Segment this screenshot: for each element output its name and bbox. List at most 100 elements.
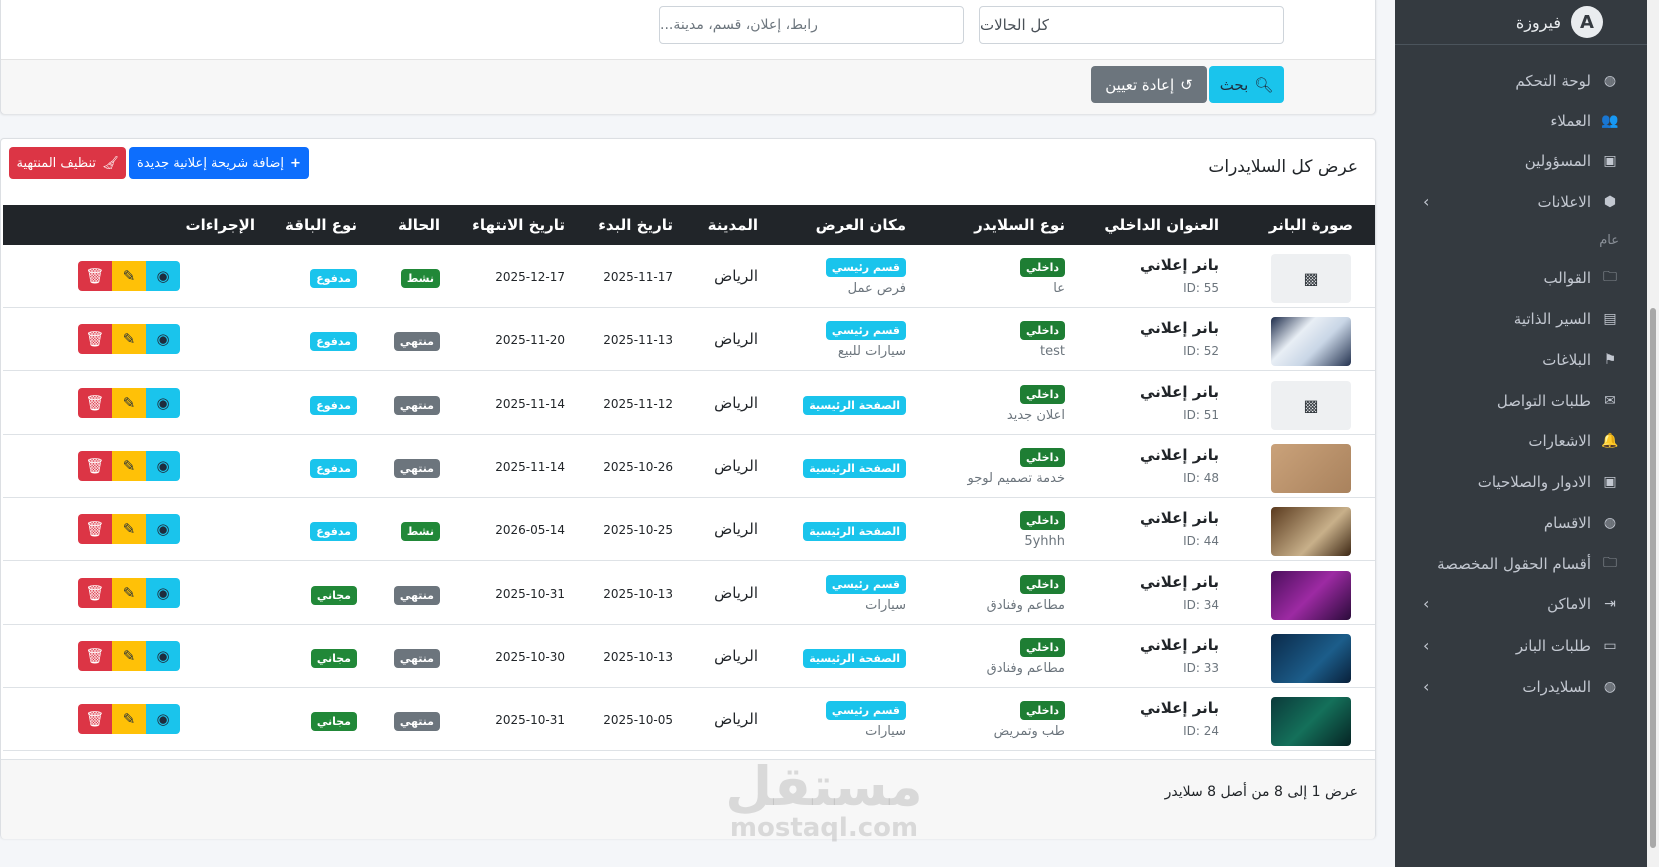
banner-thumbnail[interactable]: ▩ [1271,254,1351,303]
city: الرياض [714,393,758,412]
sidebar-item[interactable]: السير الذاتية ▤ [1395,299,1647,339]
sidebar-item[interactable]: العملاء 👥 [1395,101,1647,141]
scrollbar-thumb[interactable] [1650,308,1656,848]
delete-button[interactable]: 🗑︎ [78,514,112,545]
add-slider-button[interactable]: + إضافة شريحة إعلانية جديدة [129,147,309,179]
internal-title: بانر إعلاني [1139,256,1219,274]
banner-thumbnail[interactable] [1271,507,1351,557]
status-label: منتهي [393,585,440,605]
reset-button[interactable]: ↺ إعادة تعيين [1091,66,1207,103]
display-place-badge: قسم رئيسي [825,256,906,278]
sidebar-item[interactable]: طلبات البانر ▭ ‹ [1395,626,1647,666]
edit-button[interactable]: ✎ [112,514,146,545]
sidebar-item-label: طلبات البانر [1515,637,1591,655]
edit-button[interactable]: ✎ [112,640,146,671]
delete-button[interactable]: 🗑︎ [78,387,112,418]
internal-title: بانر إعلاني [1139,699,1219,718]
sidebar-item[interactable]: أقسام الحقول المخصصة 🗀 [1395,544,1647,584]
eye-icon: ◉ [156,456,170,475]
sidebar-item[interactable]: الاشعارات 🔔 [1395,421,1647,461]
edit-button[interactable]: ✎ [112,387,146,418]
slider-subtitle: مطاعم وفنادق [986,660,1065,676]
sidebar-item[interactable]: الاقسام ◍ [1395,503,1647,543]
internal-title: بانر إعلاني [1139,319,1219,338]
edit-button[interactable]: ✎ [112,324,146,355]
display-place-subtitle: سيارات [865,597,906,613]
view-button[interactable]: ◉ [146,387,180,418]
sidebar-item[interactable]: المسؤولين ▣ [1395,141,1647,181]
sidebar-item[interactable]: الاماكن ⇥ ‹ [1395,584,1647,624]
slider-type-label: داخلي [1020,511,1065,531]
status-select[interactable]: كل الحالات [979,6,1284,44]
sidebar-item[interactable]: القوالب 🗀 [1395,258,1647,298]
sidebar-item-label: العملاء [1550,112,1591,130]
status-badge: منتهي [393,710,440,732]
display-place-label: قسم رئيسي [825,258,906,278]
delete-button[interactable]: 🗑︎ [78,324,112,355]
sidebar-item[interactable]: طلبات التواصل ✉ [1395,381,1647,421]
sidebar-item[interactable]: لوحة التحكم ◍ [1395,61,1647,101]
view-button[interactable]: ◉ [146,704,180,735]
col-banner-image: صورة البانر [1268,216,1353,234]
edit-button[interactable]: ✎ [112,450,146,481]
search-button[interactable]: 🔍︎ بحث [1209,66,1284,103]
view-button[interactable]: ◉ [146,450,180,481]
edit-button[interactable]: ✎ [112,261,146,291]
display-place-subtitle: سيارات [865,724,906,740]
status-badge: منتهي [393,584,440,605]
view-button[interactable]: ◉ [146,577,180,608]
sidebar-item[interactable]: البلاغات ⚑ [1395,340,1647,380]
slider-id: ID: 44 [1183,534,1219,549]
trash-icon: 🗑︎ [85,456,105,475]
table-footer: عرض 1 إلى 8 من أصل 8 سلايدر [1,759,1375,839]
trash-icon: 🗑︎ [85,710,105,729]
banner-thumbnail[interactable] [1271,570,1351,620]
city: الرياض [714,267,758,285]
sidebar-item[interactable]: السلايدرات ◍ ‹ [1395,667,1647,707]
delete-button[interactable]: 🗑︎ [78,704,112,735]
palette-icon: ◍ [1603,679,1617,695]
view-button[interactable]: ◉ [146,640,180,671]
banner-thumbnail[interactable] [1271,633,1351,683]
display-place-subtitle: فرص عمل [847,281,906,296]
view-button[interactable]: ◉ [146,514,180,545]
sidebar-item[interactable]: الادوار والصلاحيات ▣ [1395,462,1647,502]
eye-icon: ◉ [156,267,170,285]
filter-footer: 🔍︎ بحث ↺ إعادة تعيين [1,59,1375,114]
banner-thumbnail[interactable]: ▩ [1271,380,1351,430]
table-row: بانر إعلاني ID: 52 داخلي test قسم رئيسي سيارا… [3,308,1375,372]
cleanup-expired-button[interactable]: 🧹︎ تنظيف المنتهية [9,147,126,179]
chevron-left-icon: ‹ [1423,677,1430,696]
start-date: 2025-11-13 [603,333,673,348]
box-icon: ⬢ [1603,194,1617,210]
banner-thumbnail[interactable] [1271,697,1351,747]
banner-thumbnail[interactable] [1271,443,1351,493]
slider-type-badge: داخلي [1020,509,1065,531]
sign-in-icon: ⇥ [1604,596,1616,612]
edit-icon: ✎ [122,393,136,412]
edit-icon: ✎ [122,267,136,285]
edit-button[interactable]: ✎ [112,577,146,608]
col-status: الحالة [398,216,440,234]
city: الرياض [714,456,758,475]
brand[interactable]: فيروزة A [1395,0,1647,45]
status-label: منتهي [393,712,440,732]
view-button[interactable]: ◉ [146,261,180,291]
id-card-icon: ▣ [1603,153,1617,169]
view-button[interactable]: ◉ [146,324,180,355]
edit-button[interactable]: ✎ [112,704,146,735]
delete-button[interactable]: 🗑︎ [78,577,112,608]
slider-type-badge: داخلي [1020,383,1065,404]
end-date: 2026-05-14 [495,523,565,538]
status-label: منتهي [393,458,440,479]
package-badge: مجاني [310,710,357,732]
banner-thumbnail[interactable] [1271,317,1351,367]
display-place-label: قسم رئيسي [825,574,906,594]
sidebar-item-label: الاماكن [1547,595,1591,613]
sidebar-item[interactable]: الاعلانات ⬢ ‹ [1395,182,1647,222]
delete-button[interactable]: 🗑︎ [78,450,112,481]
delete-button[interactable]: 🗑︎ [78,640,112,671]
status-select-value: كل الحالات [980,16,1049,34]
search-input[interactable]: رابط، إعلان، قسم، مدينة... [659,6,964,44]
delete-button[interactable]: 🗑︎ [78,261,112,291]
